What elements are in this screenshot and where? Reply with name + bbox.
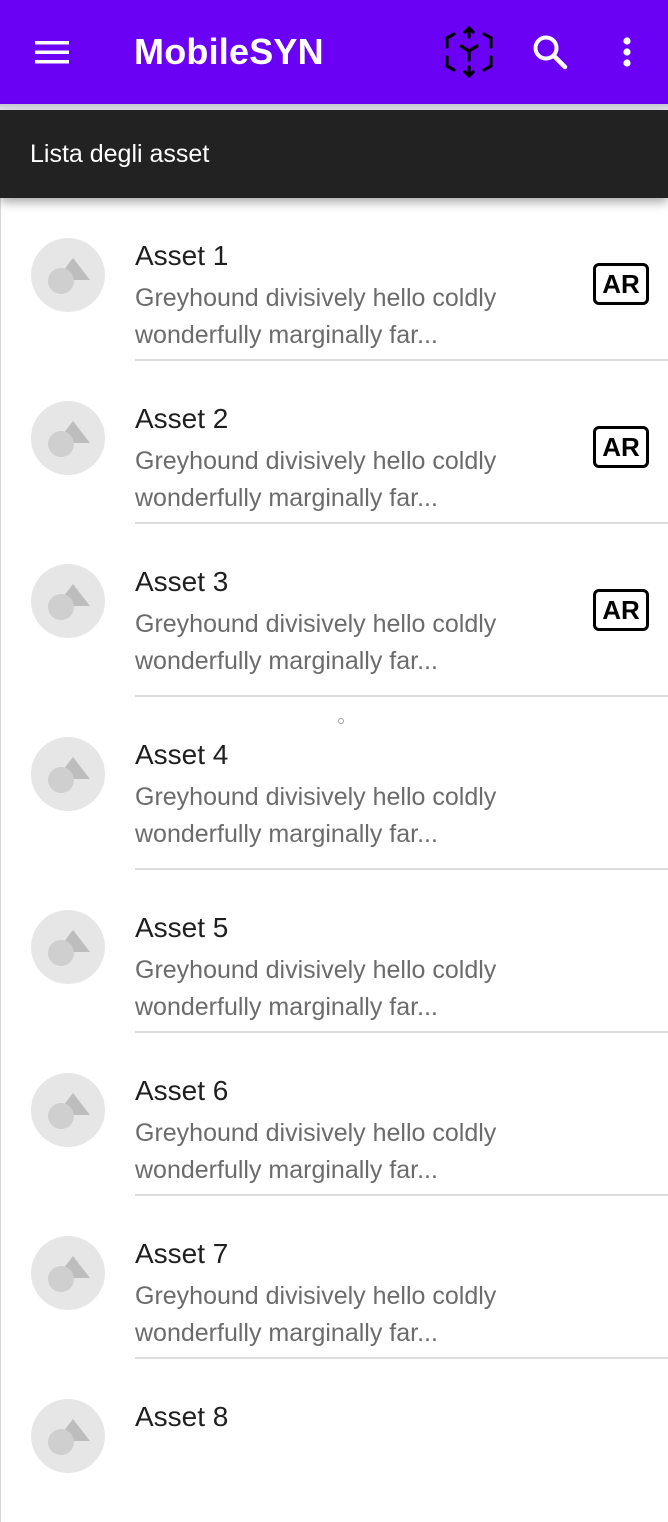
scroll-indicator [338,718,344,724]
asset-description: Greyhound divisively hello coldly wonder… [135,284,497,349]
app-title: MobileSYN [134,31,324,72]
shapes-icon [48,1093,90,1129]
search-button[interactable] [520,22,580,82]
asset-list-item[interactable]: Asset 2 Greyhound divisively hello coldl… [1,361,668,524]
overflow-menu-button[interactable] [600,22,654,82]
app-bar: MobileSYN [0,0,668,104]
asset-title: Asset 5 [135,912,229,943]
asset-title: Asset 3 [135,566,229,597]
asset-avatar [31,564,105,638]
shapes-icon [48,584,90,620]
asset-list-item[interactable]: Asset 3 Greyhound divisively hello coldl… [1,524,668,697]
asset-avatar [31,238,105,312]
asset-list-item[interactable]: Asset 7 Greyhound divisively hello coldl… [1,1196,668,1359]
asset-avatar [31,1399,105,1473]
ar-badge[interactable]: AR [593,589,649,631]
asset-list-item[interactable]: Asset 6 Greyhound divisively hello coldl… [1,1033,668,1196]
asset-title: Asset 1 [135,240,229,271]
asset-list-item[interactable]: Asset 1 Greyhound divisively hello coldl… [1,198,668,361]
ar-view-button[interactable] [438,20,500,84]
asset-title: Asset 4 [135,739,229,770]
asset-list-item[interactable]: Asset 5 Greyhound divisively hello coldl… [1,870,668,1033]
menu-icon [35,41,69,64]
asset-description: Greyhound divisively hello coldly wonder… [135,783,497,848]
asset-description: Greyhound divisively hello coldly wonder… [135,1282,497,1347]
asset-avatar [31,910,105,984]
asset-title: Asset 6 [135,1075,229,1106]
shapes-icon [48,930,90,966]
asset-description: Greyhound divisively hello coldly wonder… [135,447,497,512]
asset-avatar [31,401,105,475]
shapes-icon [48,1256,90,1292]
asset-title: Asset 7 [135,1238,229,1269]
asset-avatar [31,737,105,811]
asset-avatar [31,1236,105,1310]
section-title: Lista degli asset [30,140,210,168]
asset-list-item[interactable]: Asset 4 Greyhound divisively hello coldl… [1,697,668,870]
shapes-icon [48,1419,90,1455]
ar-badge[interactable]: AR [593,426,649,468]
section-header: Lista degli asset [0,110,668,198]
asset-title: Asset 2 [135,403,229,434]
shapes-icon [48,757,90,793]
search-icon [533,35,568,70]
menu-button[interactable] [22,22,82,82]
asset-list: Asset 1 Greyhound divisively hello coldl… [0,198,668,1522]
asset-description: Greyhound divisively hello coldly wonder… [135,1119,497,1184]
more-vert-icon [623,37,631,67]
asset-description: Greyhound divisively hello coldly wonder… [135,956,497,1021]
ar-badge[interactable]: AR [593,263,649,305]
asset-avatar [31,1073,105,1147]
asset-list-item[interactable]: Asset 8 [1,1359,668,1522]
shapes-icon [48,421,90,457]
shapes-icon [48,258,90,294]
asset-description: Greyhound divisively hello coldly wonder… [135,610,497,675]
ar-cube-icon [445,26,493,78]
asset-title: Asset 8 [135,1401,229,1432]
